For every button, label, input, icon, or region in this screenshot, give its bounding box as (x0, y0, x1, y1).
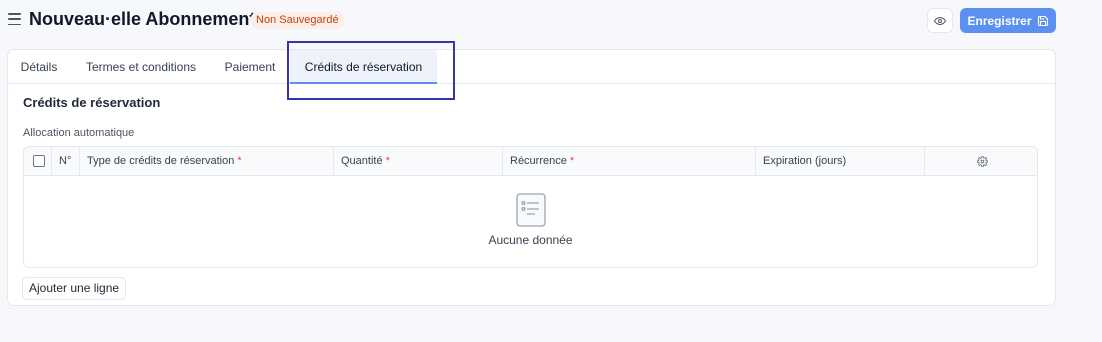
page-header: Nouveau·elle Abonnement Non Sauvegardé E… (0, 0, 1102, 42)
column-recurrence-label: Récurrence (510, 155, 567, 167)
tab-bar: Détails Termes et conditions Paiement Cr… (8, 50, 1055, 84)
column-settings (925, 147, 1037, 176)
preview-button[interactable] (927, 8, 953, 33)
page-title: Nouveau·elle Abonnement (29, 9, 256, 29)
add-row-button[interactable]: Ajouter une ligne (22, 277, 127, 300)
column-quantity: Quantité * (334, 147, 503, 176)
menu-icon[interactable] (8, 13, 21, 25)
settings-gear-icon[interactable] (976, 156, 988, 167)
table-header: N° Type de crédits de réservation * Quant… (24, 147, 1037, 176)
save-button[interactable]: Enregistrer (960, 8, 1056, 33)
required-marker: * (385, 155, 390, 167)
booking-credits-table: N° Type de crédits de réservation * Quant… (23, 146, 1038, 268)
column-quantity-label: Quantité (341, 155, 383, 167)
select-all-checkbox[interactable] (33, 155, 45, 167)
empty-state-text: Aucune donnée (488, 233, 573, 247)
select-all-cell (24, 147, 52, 176)
column-expiration: Expiration (jours) (756, 147, 925, 176)
column-number: N° (52, 147, 80, 176)
save-icon (1037, 15, 1048, 26)
required-marker: * (237, 155, 242, 167)
status-badge: Non Sauvegardé (250, 12, 345, 29)
column-recurrence: Récurrence * (503, 147, 756, 176)
required-marker: * (569, 155, 575, 167)
save-button-label: Enregistrer (967, 13, 1032, 28)
tab-details[interactable]: Détails (17, 50, 61, 84)
tab-terms-conditions[interactable]: Termes et conditions (82, 50, 200, 84)
column-number-label: N° (59, 155, 72, 167)
column-credit-type: Type de crédits de réservation * (80, 147, 334, 176)
column-expiration-label: Expiration (jours) (763, 155, 847, 167)
empty-list-icon (516, 193, 546, 227)
tab-payment[interactable]: Paiement (221, 50, 279, 84)
column-credit-type-label: Type de crédits de réservation (87, 155, 235, 167)
field-label: Allocation automatique (23, 127, 135, 139)
eye-icon (934, 16, 946, 25)
focus-highlight (287, 41, 455, 100)
section-title: Crédits de réservation (23, 95, 161, 110)
